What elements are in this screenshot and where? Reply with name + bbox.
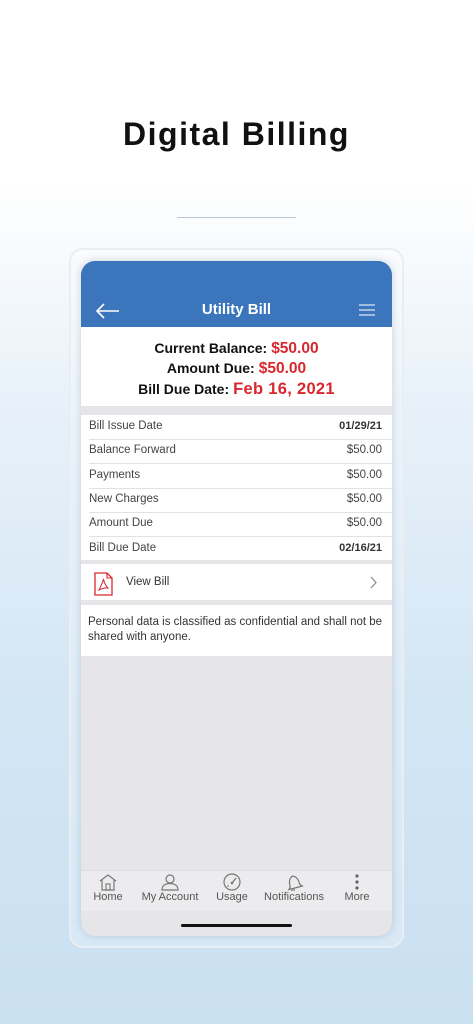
balance-summary: Current Balance: $50.00 Amount Due: $50.00… — [81, 327, 392, 406]
row-value: $50.00 — [346, 444, 382, 456]
pdf-icon — [94, 572, 113, 596]
nav-notifications[interactable]: Notifications — [263, 873, 325, 903]
bell-icon — [287, 875, 304, 891]
privacy-notice: Personal data is classified as confident… — [81, 605, 392, 656]
row-value: $50.00 — [346, 493, 382, 505]
nav-label: Usage — [216, 891, 248, 903]
bottom-navigation: Home My Account Usage Notifications More — [81, 870, 392, 911]
due-date-value: Feb 16, 2021 — [233, 380, 335, 398]
current-balance-line: Current Balance: $50.00 — [81, 340, 392, 358]
nav-usage[interactable]: Usage — [201, 873, 263, 903]
row-label: Bill Issue Date — [89, 420, 163, 432]
nav-label: More — [344, 891, 370, 903]
table-row: Payments $50.00 — [81, 464, 392, 488]
row-value: $50.00 — [346, 517, 382, 529]
nav-label: Home — [93, 891, 123, 903]
table-row: Amount Due $50.00 — [81, 512, 392, 536]
table-row: Balance Forward $50.00 — [81, 439, 392, 463]
amount-due-line: Amount Due: $50.00 — [81, 360, 392, 378]
nav-more[interactable]: More — [326, 873, 388, 903]
view-bill-label: View Bill — [126, 576, 170, 588]
row-label: New Charges — [89, 493, 159, 505]
row-label: Bill Due Date — [89, 542, 157, 554]
row-value: 02/16/21 — [339, 542, 382, 554]
row-label: Payments — [89, 469, 141, 481]
nav-label: My Account — [141, 891, 199, 903]
gauge-icon — [223, 873, 241, 891]
headline-divider — [177, 217, 296, 218]
row-label: Balance Forward — [89, 444, 176, 456]
amount-due-value: $50.00 — [258, 360, 307, 377]
due-date-line: Bill Due Date: Feb 16, 2021 — [81, 380, 392, 399]
row-label: Amount Due — [89, 517, 153, 529]
current-balance-value: $50.00 — [271, 340, 319, 357]
due-date-label: Bill Due Date: — [138, 381, 230, 397]
user-icon — [161, 874, 179, 891]
home-icon — [99, 874, 117, 891]
table-row: New Charges $50.00 — [81, 488, 392, 512]
current-balance-label: Current Balance: — [154, 340, 268, 356]
app-header: Utility Bill — [81, 261, 392, 327]
chevron-right-icon — [370, 576, 377, 589]
row-value: 01/29/21 — [339, 420, 382, 432]
more-vertical-icon — [355, 874, 359, 890]
page-title: Utility Bill — [201, 301, 272, 318]
table-row: Bill Issue Date 01/29/21 — [81, 415, 392, 439]
phone-screen: Utility Bill Current Balance: $50.00 Amou… — [81, 261, 392, 936]
hamburger-menu-icon[interactable] — [359, 303, 375, 317]
row-value: $50.00 — [346, 469, 382, 481]
bill-details-table: Bill Issue Date 01/29/21 Balance Forward… — [81, 415, 392, 560]
promo-headline: Digital Billing — [123, 116, 350, 152]
nav-label: Notifications — [264, 891, 324, 903]
amount-due-label: Amount Due: — [166, 360, 255, 376]
view-bill-button[interactable]: View Bill — [81, 564, 392, 600]
nav-home[interactable]: Home — [81, 873, 139, 903]
nav-my-account[interactable]: My Account — [139, 873, 201, 903]
home-indicator[interactable] — [181, 924, 292, 927]
table-row: Bill Due Date 02/16/21 — [81, 537, 392, 561]
privacy-notice-text: Personal data is classified as confident… — [88, 616, 383, 643]
